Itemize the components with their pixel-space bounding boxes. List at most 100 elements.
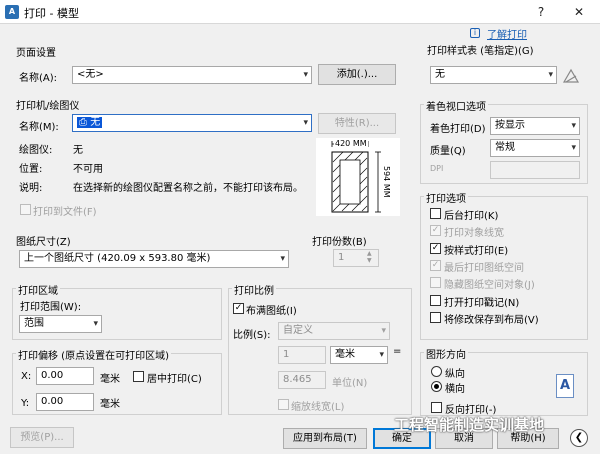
portrait-label: 纵向: [445, 369, 465, 380]
watermark-text: 工程智能制造实训基地: [394, 416, 545, 434]
landscape-label: 横向: [445, 384, 465, 395]
quality-select[interactable]: 常规 ▾: [490, 139, 580, 157]
copies-spinner-icon[interactable]: ▲ ▼: [367, 250, 372, 264]
plot-scale-label: 打印比例: [232, 282, 276, 297]
plotter-label: 绘图仪:: [19, 145, 53, 156]
printer-small-icon: ⎙: [79, 117, 91, 128]
page-setup-label: 页面设置: [14, 44, 58, 59]
apply-to-layout-button[interactable]: 应用到布局(T): [283, 428, 367, 449]
plot-area-label: 打印区域: [16, 282, 60, 297]
scale-denominator-input[interactable]: 8.465: [278, 371, 326, 389]
print-to-file-label: 打印到文件(F): [33, 207, 97, 218]
page-setup-name-label: 名称(A):: [19, 73, 58, 84]
help-icon[interactable]: ?: [530, 3, 552, 21]
printer-group-label: 打印机/绘图仪: [14, 97, 82, 112]
learn-printing-link[interactable]: 了解打印: [487, 26, 527, 41]
scale-lineweights-label: 缩放线宽(L): [291, 402, 345, 413]
printer-properties-button[interactable]: 特性(R)...: [318, 113, 396, 134]
page-setup-name-select[interactable]: <无> ▾: [72, 66, 312, 84]
portrait-radio[interactable]: [431, 366, 442, 377]
upside-down-checkbox[interactable]: [431, 402, 442, 413]
plot-options-label: 打印选项: [424, 190, 468, 205]
collapse-options-icon[interactable]: ❮: [570, 429, 588, 447]
shade-plot-select[interactable]: 按显示 ▾: [490, 117, 580, 135]
scale-lineweights-checkbox[interactable]: [278, 399, 289, 410]
scale-label: 比例(S):: [233, 330, 271, 341]
plot-offset-label: 打印偏移 (原点设置在可打印区域): [16, 347, 171, 362]
plot-option-label: 后台打印(K): [444, 211, 499, 222]
plot-option-label: 将修改保存到布局(V): [444, 315, 539, 326]
plot-option-label: 打开打印戳记(N): [444, 298, 520, 309]
chevron-down-icon: ▾: [280, 254, 285, 264]
center-plot-label: 居中打印(C): [147, 374, 202, 385]
printer-name-select[interactable]: ⎙ 无 ▾: [72, 114, 312, 132]
paper-size-select[interactable]: 上一个图纸尺寸 (420.09 x 593.80 毫米) ▾: [19, 250, 289, 268]
title-bar: [0, 0, 600, 24]
chevron-down-icon: ▾: [571, 121, 576, 131]
chevron-down-icon: ▾: [303, 70, 308, 80]
quality-label: 质量(Q): [430, 146, 466, 157]
offset-x-label: X:: [21, 371, 32, 382]
scale-units-label: 单位(N): [332, 378, 368, 389]
paper-preview: 420 MM 594 MM: [316, 138, 400, 216]
info-icon: i: [470, 28, 480, 38]
scale-unit-select[interactable]: 毫米 ▾: [330, 346, 388, 364]
paper-height-label: 594 MM: [382, 166, 391, 198]
dpi-label: DPI: [430, 164, 444, 173]
shaded-viewport-label: 着色视口选项: [424, 98, 488, 113]
paper-size-label: 图纸尺寸(Z): [14, 233, 73, 248]
plot-option-checkbox[interactable]: [430, 277, 441, 288]
description-label: 说明:: [19, 183, 43, 194]
location-label: 位置:: [19, 164, 43, 175]
landscape-radio[interactable]: [431, 381, 442, 392]
what-to-plot-select[interactable]: 范围 ▾: [19, 315, 102, 333]
plot-option-checkbox[interactable]: [430, 295, 441, 306]
scale-numerator-input[interactable]: 1: [278, 346, 326, 364]
plot-option-checkbox[interactable]: ✓: [430, 243, 441, 254]
close-icon[interactable]: ✕: [568, 3, 590, 21]
plotter-value: 无: [73, 145, 83, 156]
scale-select[interactable]: 自定义 ▾: [278, 322, 390, 340]
chevron-down-icon: ▾: [93, 319, 98, 329]
offset-x-input[interactable]: 0.00: [36, 367, 94, 385]
plot-option-label: 最后打印图纸空间: [444, 263, 524, 274]
copies-input[interactable]: 1: [333, 249, 379, 267]
edit-plot-style-icon[interactable]: [562, 66, 580, 84]
offset-y-input[interactable]: 0.00: [36, 393, 94, 411]
fit-to-paper-label: 布满图纸(I): [246, 306, 297, 317]
plot-option-label: 隐藏图纸空间对象(J): [444, 280, 535, 291]
add-page-setup-button[interactable]: 添加(.)...: [318, 64, 396, 85]
printer-name-label: 名称(M):: [19, 122, 59, 133]
plot-option-checkbox[interactable]: ✓: [430, 225, 441, 236]
copies-label: 打印份数(B): [310, 233, 369, 248]
chevron-down-icon: ▾: [571, 143, 576, 153]
center-plot-checkbox[interactable]: [133, 371, 144, 382]
plot-option-checkbox[interactable]: ✓: [430, 260, 441, 271]
offset-y-label: Y:: [21, 398, 30, 409]
print-to-file-checkbox[interactable]: [20, 204, 31, 215]
orientation-label: 图形方向: [424, 346, 468, 361]
preview-button[interactable]: 预览(P)...: [10, 427, 74, 448]
plot-option-checkbox[interactable]: [430, 208, 441, 219]
what-to-plot-label: 打印范围(W):: [20, 302, 82, 313]
chevron-down-icon: ▾: [379, 350, 384, 360]
chevron-down-icon: ▾: [548, 70, 553, 80]
plot-option-checkbox[interactable]: [430, 312, 441, 323]
app-icon: A: [5, 5, 19, 19]
offset-x-unit: 毫米: [100, 374, 120, 385]
description-value: 在选择新的绘图仪配置名称之前，不能打印该布局。: [73, 183, 303, 194]
window-title: 打印 - 模型: [24, 7, 79, 20]
paper-width-label: 420 MM: [334, 139, 368, 148]
offset-y-unit: 毫米: [100, 399, 120, 410]
dpi-input[interactable]: [490, 161, 580, 179]
plot-option-label: 打印对象线宽: [444, 228, 504, 239]
chevron-down-icon: ▾: [381, 326, 386, 336]
orientation-preview-icon: A: [556, 374, 574, 398]
fit-to-paper-checkbox[interactable]: ✓: [233, 303, 244, 314]
plot-option-label: 按样式打印(E): [444, 246, 509, 257]
equals-sign: =: [393, 346, 402, 357]
chevron-down-icon: ▾: [303, 118, 308, 128]
shade-plot-label: 着色打印(D): [430, 124, 486, 135]
plot-style-select[interactable]: 无 ▾: [430, 66, 557, 84]
plot-style-label: 打印样式表 (笔指定)(G): [425, 42, 536, 57]
